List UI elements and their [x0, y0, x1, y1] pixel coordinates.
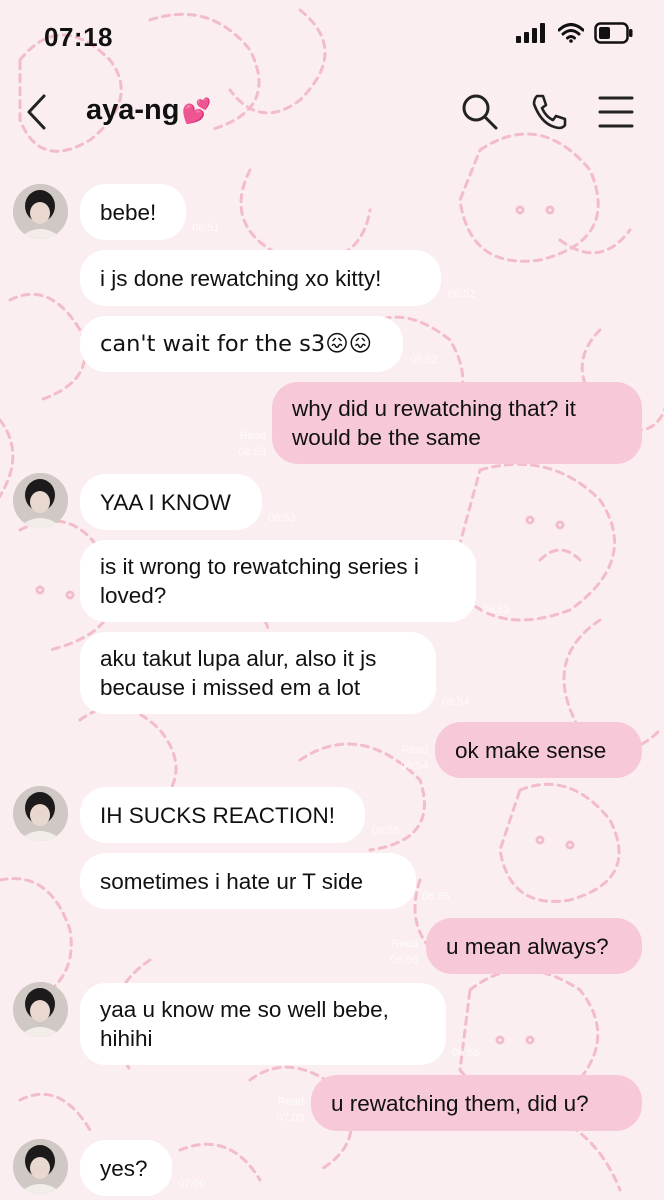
message-bubble-incoming[interactable]: i js done rewatching xo kitty!: [80, 250, 441, 306]
message-timestamp: 06:52: [410, 354, 438, 366]
message-text: IH SUCKS REACTION!: [100, 802, 336, 828]
avatar[interactable]: [13, 184, 68, 239]
wifi-icon: [558, 23, 584, 43]
chat-header: aya-ng 💕: [0, 80, 664, 144]
message-timestamp: 06:53: [238, 446, 266, 458]
message-bubble-incoming[interactable]: IH SUCKS REACTION!: [80, 787, 365, 843]
message-timestamp: 06:51: [192, 222, 220, 234]
status-time: 07:18: [44, 22, 113, 52]
message-bubble-outgoing[interactable]: u rewatching them, did u?: [311, 1075, 642, 1131]
message-timestamp: 06:54: [400, 760, 428, 772]
menu-icon[interactable]: [596, 92, 636, 132]
message-read-status: Read: [401, 744, 428, 756]
phone-icon[interactable]: [528, 92, 568, 132]
message-timestamp: 06:55: [372, 825, 400, 837]
message-text: yes?: [100, 1155, 148, 1181]
message-text: YAA I KNOW: [100, 489, 231, 515]
message-text: i js done rewatching xo kitty!: [100, 265, 382, 291]
message-text: aku takut lupa alur, also it js because …: [100, 646, 377, 700]
message-bubble-outgoing[interactable]: why did u rewatching that? it would be t…: [272, 382, 642, 464]
message-text: yaa u know me so well bebe, hihihi: [100, 997, 389, 1051]
signal-icon: [516, 23, 545, 43]
search-icon[interactable]: [460, 92, 500, 132]
chat-title[interactable]: aya-ng 💕: [86, 94, 211, 127]
message-bubble-incoming[interactable]: bebe!: [80, 184, 186, 240]
status-icons: [516, 22, 634, 44]
message-list: bebe! 06:51 i js done rewatching xo kitt…: [0, 0, 664, 1200]
message-text: ok make sense: [455, 737, 607, 763]
message-bubble-incoming[interactable]: sometimes i hate ur T side: [80, 853, 416, 909]
message-text: can't wait for the s3😖😖: [100, 330, 373, 357]
message-bubble-incoming[interactable]: is it wrong to rewatching series i loved…: [80, 540, 476, 622]
message-text: sometimes i hate ur T side: [100, 868, 364, 894]
avatar[interactable]: [13, 786, 68, 841]
message-text: u rewatching them, did u?: [331, 1090, 589, 1116]
message-read-status: Read: [239, 430, 266, 442]
battery-icon: [594, 22, 633, 44]
message-text: why did u rewatching that? it would be t…: [292, 396, 576, 450]
chat-title-text: aya-ng: [86, 94, 180, 126]
heart-emoji: 💕: [181, 96, 212, 125]
message-text: is it wrong to rewatching series i loved…: [100, 554, 419, 608]
status-bar: 07:18: [0, 0, 664, 70]
message-timestamp: 07:00: [276, 1112, 304, 1124]
message-read-status: Read: [391, 938, 418, 950]
avatar[interactable]: [13, 1139, 68, 1194]
message-bubble-incoming[interactable]: aku takut lupa alur, also it js because …: [80, 632, 436, 714]
avatar[interactable]: [13, 473, 68, 528]
message-text: bebe!: [100, 199, 157, 225]
message-timestamp: 06:53: [268, 512, 296, 524]
message-timestamp: 06:56: [452, 1047, 480, 1059]
message-timestamp: 06:56: [390, 954, 418, 966]
message-bubble-incoming[interactable]: yes?: [80, 1140, 172, 1196]
message-timestamp: 06:55: [422, 891, 450, 903]
message-timestamp: 06:53: [482, 604, 510, 616]
message-text: u mean always?: [446, 933, 609, 959]
message-read-status: Read: [277, 1096, 304, 1108]
message-bubble-incoming[interactable]: yaa u know me so well bebe, hihihi: [80, 983, 446, 1065]
message-timestamp: 06:52: [448, 288, 476, 300]
message-bubble-outgoing[interactable]: ok make sense: [435, 722, 642, 778]
message-timestamp: 06:54: [442, 696, 470, 708]
message-bubble-outgoing[interactable]: u mean always?: [426, 918, 642, 974]
message-bubble-incoming[interactable]: can't wait for the s3😖😖: [80, 316, 403, 372]
back-icon[interactable]: [22, 92, 52, 132]
message-bubble-incoming[interactable]: YAA I KNOW: [80, 474, 262, 530]
message-timestamp: 07:00: [178, 1178, 206, 1190]
avatar[interactable]: [13, 982, 68, 1037]
